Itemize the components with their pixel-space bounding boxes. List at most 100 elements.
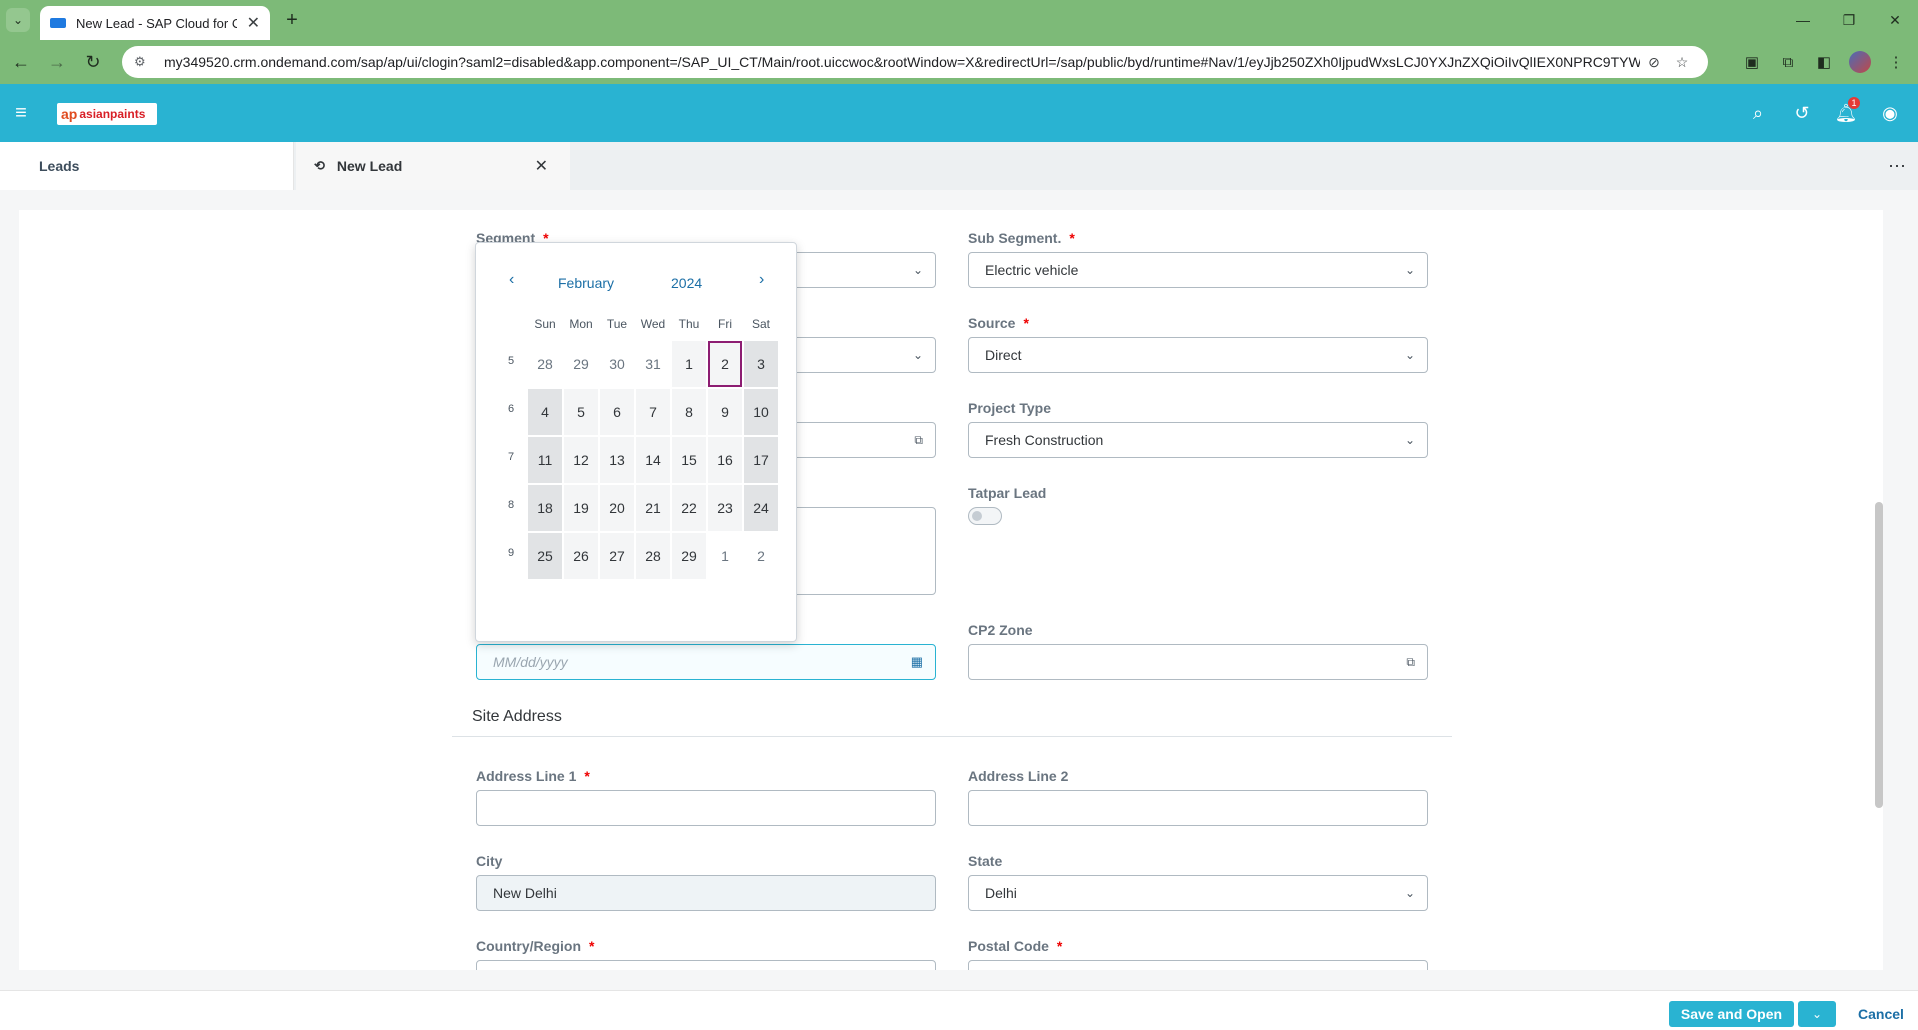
forward-button[interactable]: → <box>42 47 72 77</box>
address-bar[interactable]: ⚙ my349520.crm.ondemand.com/sap/ap/ui/cl… <box>122 46 1708 78</box>
calendar-day[interactable]: 30 <box>600 341 634 387</box>
browser-menu-icon[interactable]: ⋮ <box>1880 46 1912 78</box>
side-panel-icon[interactable]: ◧ <box>1808 46 1840 78</box>
state-select[interactable]: Delhi ⌄ <box>968 875 1428 911</box>
address-line-1-label-text: Address Line 1 <box>476 768 577 784</box>
avatar <box>1849 51 1871 73</box>
project-type-select[interactable]: Fresh Construction ⌄ <box>968 422 1428 458</box>
calendar-day[interactable]: 26 <box>564 533 598 579</box>
calendar-day[interactable]: 19 <box>564 485 598 531</box>
extension-icon[interactable]: ▣ <box>1736 46 1768 78</box>
browser-tab-new-lead[interactable]: New Lead - SAP Cloud for Cust ✕ <box>40 6 270 40</box>
sub-segment-select[interactable]: Electric vehicle ⌄ <box>968 252 1428 288</box>
new-tab-button[interactable]: + <box>280 8 304 32</box>
weekday-header: Fri <box>718 317 732 331</box>
close-window-button[interactable]: ✕ <box>1872 0 1918 40</box>
calendar-day[interactable]: 28 <box>636 533 670 579</box>
week-number: 7 <box>507 451 515 463</box>
calendar-day[interactable]: 28 <box>528 341 562 387</box>
reload-button[interactable]: ↻ <box>78 47 108 77</box>
cancel-button[interactable]: Cancel <box>1856 1001 1906 1027</box>
source-select[interactable]: Direct ⌄ <box>968 337 1428 373</box>
calendar-day[interactable]: 31 <box>636 341 670 387</box>
browser-tab-title: New Lead - SAP Cloud for Cust <box>76 15 237 31</box>
calendar-day[interactable]: 27 <box>600 533 634 579</box>
calendar-day[interactable]: 4 <box>528 389 562 435</box>
calendar-day[interactable]: 21 <box>636 485 670 531</box>
date-input[interactable]: MM/dd/yyyy ▦ <box>476 644 936 680</box>
calendar-day[interactable]: 5 <box>564 389 598 435</box>
calendar-day[interactable]: 18 <box>528 485 562 531</box>
search-icon[interactable]: ⌕ <box>1736 84 1780 142</box>
date-picker-popup: ‹ February 2024 › Sun Mon Tue Wed Thu Fri Sat 5… <box>475 242 797 642</box>
save-options-dropdown-button[interactable]: ⌄ <box>1798 1001 1836 1027</box>
tab-list-button[interactable]: ⌄ <box>6 8 30 32</box>
address-line-2-input[interactable] <box>968 790 1428 826</box>
tab-leads[interactable]: Leads <box>0 142 294 190</box>
value-help-icon[interactable]: ⧉ <box>914 433 923 448</box>
site-info-icon[interactable]: ⚙ <box>134 54 154 70</box>
minimize-button[interactable]: — <box>1780 0 1826 40</box>
calendar-day[interactable]: 3 <box>744 341 778 387</box>
postal-code-input[interactable] <box>968 960 1428 970</box>
calendar-day[interactable]: 1 <box>708 533 742 579</box>
calendar-day[interactable]: 2 <box>708 341 742 387</box>
calendar-day[interactable]: 13 <box>600 437 634 483</box>
calendar-day[interactable]: 2 <box>744 533 778 579</box>
calendar-day[interactable]: 10 <box>744 389 778 435</box>
calendar-day[interactable]: 29 <box>564 341 598 387</box>
eye-off-icon[interactable]: ⊘ <box>1640 54 1668 71</box>
country-region-select[interactable] <box>476 960 936 970</box>
extensions-bar: ▣ ⧉ ◧ ⋮ <box>1736 46 1912 78</box>
user-profile-icon[interactable]: ◉ <box>1868 84 1912 142</box>
next-month-icon[interactable]: › <box>759 271 764 289</box>
source-label-text: Source <box>968 315 1016 331</box>
company-logo[interactable]: ap asianpaints <box>57 103 157 125</box>
vertical-scrollbar[interactable] <box>1875 502 1883 808</box>
calendar-year-button[interactable]: 2024 <box>671 275 702 291</box>
hamburger-menu-icon[interactable]: ≡ <box>0 84 42 142</box>
value-help-icon[interactable]: ⧉ <box>1406 655 1415 670</box>
tab-new-lead[interactable]: ⟲ New Lead ✕ <box>296 142 570 190</box>
date-placeholder: MM/dd/yyyy <box>493 654 568 670</box>
calendar-day[interactable]: 29 <box>672 533 706 579</box>
calendar-month-button[interactable]: February <box>558 275 614 291</box>
tatpar-lead-label: Tatpar Lead <box>968 485 1047 501</box>
calendar-day[interactable]: 1 <box>672 341 706 387</box>
tatpar-lead-toggle[interactable] <box>968 507 1002 525</box>
calendar-day[interactable]: 16 <box>708 437 742 483</box>
calendar-day[interactable]: 9 <box>708 389 742 435</box>
calendar-day[interactable]: 11 <box>528 437 562 483</box>
address-line-1-input[interactable] <box>476 790 936 826</box>
cp2-zone-field[interactable]: ⧉ <box>968 644 1428 680</box>
project-type-label: Project Type <box>968 400 1051 416</box>
tab-new-lead-label: New Lead <box>336 158 403 174</box>
calendar-day[interactable]: 25 <box>528 533 562 579</box>
notifications-bell-icon[interactable]: 🔔︎ 1 <box>1824 84 1868 142</box>
calendar-day[interactable]: 12 <box>564 437 598 483</box>
save-and-open-button[interactable]: Save and Open <box>1669 1001 1794 1027</box>
restore-button[interactable]: ❐ <box>1826 0 1872 40</box>
calendar-day[interactable]: 8 <box>672 389 706 435</box>
calendar-day[interactable]: 20 <box>600 485 634 531</box>
city-input[interactable]: New Delhi <box>476 875 936 911</box>
calendar-day[interactable]: 22 <box>672 485 706 531</box>
calendar-day[interactable]: 24 <box>744 485 778 531</box>
puzzle-icon[interactable]: ⧉ <box>1772 46 1804 78</box>
source-label: Source * <box>968 315 1029 331</box>
profile-button[interactable] <box>1844 46 1876 78</box>
calendar-day[interactable]: 7 <box>636 389 670 435</box>
calendar-day[interactable]: 17 <box>744 437 778 483</box>
close-icon[interactable]: ✕ <box>535 156 548 176</box>
bookmark-star-icon[interactable]: ☆ <box>1668 54 1696 71</box>
close-tab-icon[interactable]: ✕ <box>247 13 260 33</box>
calendar-day[interactable]: 14 <box>636 437 670 483</box>
more-options-icon[interactable]: ⋯ <box>1888 142 1906 190</box>
previous-month-icon[interactable]: ‹ <box>509 271 514 289</box>
calendar-icon[interactable]: ▦ <box>911 654 923 670</box>
history-icon[interactable]: ↺ <box>1780 84 1824 142</box>
back-button[interactable]: ← <box>6 47 36 77</box>
calendar-day[interactable]: 15 <box>672 437 706 483</box>
calendar-day[interactable]: 6 <box>600 389 634 435</box>
calendar-day[interactable]: 23 <box>708 485 742 531</box>
